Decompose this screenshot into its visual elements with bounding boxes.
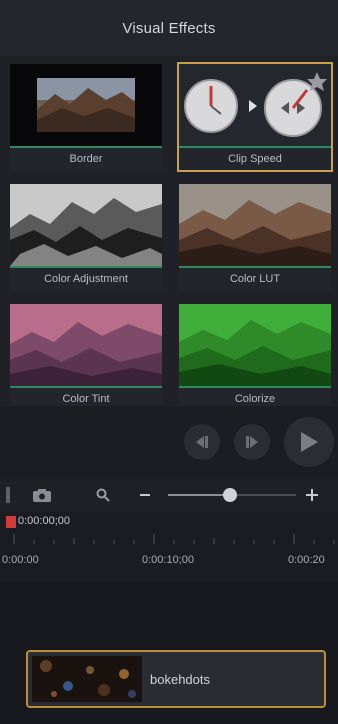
border-thumbnail	[10, 64, 162, 146]
effect-tile-color-adjustment[interactable]: Color Adjustment	[10, 184, 162, 290]
ruler-ticks	[13, 534, 335, 544]
playhead-marker[interactable]	[6, 516, 16, 528]
track-handle[interactable]	[6, 487, 10, 503]
panel-title-text: Visual Effects	[122, 19, 216, 37]
color-adjustment-thumbnail	[10, 184, 162, 266]
color-lut-thumbnail	[179, 184, 331, 266]
playback-controls	[0, 406, 338, 478]
effect-tile-color-lut[interactable]: Color LUT	[179, 184, 331, 290]
play-button[interactable]	[284, 417, 334, 467]
timeline-ruler[interactable]: 0:00:00;00 0:00:00 0:00:10;00 0:00:20	[0, 512, 338, 582]
camera-icon[interactable]	[32, 488, 52, 503]
effect-label: Color Adjustment	[10, 266, 162, 290]
panel-title: Visual Effects	[0, 0, 338, 56]
effect-tile-color-tint[interactable]: Color Tint	[10, 304, 162, 410]
tick-label: 0:00:20	[288, 554, 325, 566]
zoom-icon	[96, 488, 110, 502]
color-tint-thumbnail	[10, 304, 162, 386]
effect-tile-border[interactable]: Border	[10, 64, 162, 170]
clip-speed-thumbnail	[179, 64, 331, 146]
current-time: 0:00:00;00	[18, 515, 70, 527]
zoom-in-button[interactable]	[306, 489, 318, 501]
next-frame-icon	[246, 436, 258, 448]
prev-frame-icon	[196, 436, 208, 448]
effect-label: Color LUT	[179, 266, 331, 290]
timeline-toolbar	[0, 478, 338, 512]
play-icon	[301, 432, 318, 452]
timeline-clip[interactable]: bokehdots	[26, 650, 326, 708]
tick-label: 0:00:00	[2, 554, 39, 566]
tick-label: 0:00:10;00	[142, 554, 194, 566]
effect-label: Border	[10, 146, 162, 170]
next-frame-button[interactable]	[234, 424, 270, 460]
zoom-slider-thumb[interactable]	[223, 488, 237, 502]
colorize-thumbnail	[179, 304, 331, 386]
clip-name: bokehdots	[150, 671, 210, 687]
prev-frame-button[interactable]	[184, 424, 220, 460]
effect-label: Clip Speed	[179, 146, 331, 170]
effect-tile-colorize[interactable]: Colorize	[179, 304, 331, 410]
effect-tile-clip-speed[interactable]: Clip Speed	[177, 62, 333, 172]
zoom-out-button[interactable]	[140, 494, 150, 496]
effects-grid: Border Clip Speed Color Adjustment Color…	[0, 56, 338, 410]
clip-thumbnail	[32, 656, 142, 702]
zoom-slider-fill	[168, 494, 230, 496]
